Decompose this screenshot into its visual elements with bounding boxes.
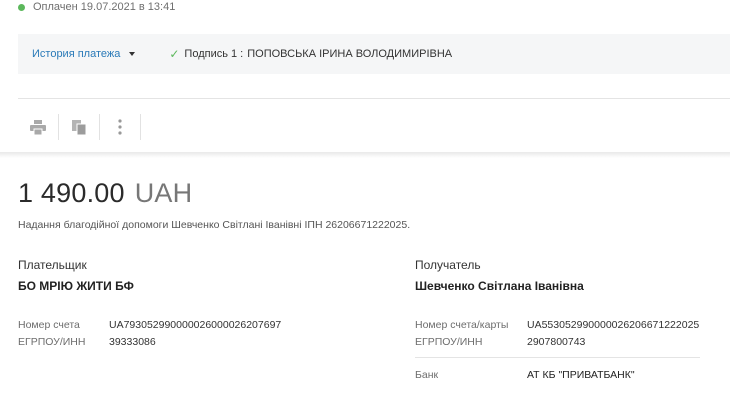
payer-code-value: 39333086 (109, 335, 156, 348)
check-icon: ✓ (169, 47, 180, 61)
toolbar (18, 110, 141, 144)
status-text: Оплачен 19.07.2021 в 13:41 (33, 1, 176, 13)
payer-account-row: Номер счета UA79305299000002600002620769… (18, 316, 281, 333)
toolbar-separator (140, 114, 141, 140)
print-button[interactable] (18, 111, 58, 143)
amount-currency: UAH (134, 178, 193, 208)
payment-history-dropdown[interactable]: История платежа (32, 48, 136, 60)
payment-amount: 1 490.00 UAH (18, 178, 192, 209)
recipient-account-value: UA553052990000026206671222025 (527, 318, 700, 331)
more-actions-button[interactable] (100, 111, 140, 143)
divider (415, 357, 700, 358)
payment-history-label: История платежа (32, 48, 121, 60)
recipient-bank-row: Банк АТ КБ "ПРИВАТБАНК" (415, 369, 635, 381)
caret-down-icon (129, 52, 136, 56)
payer-account-label: Номер счета (18, 318, 80, 331)
recipient-account-row: Номер счета/карты UA55305299000002620667… (415, 316, 699, 333)
copy-icon (71, 119, 86, 135)
signature-name: ПОПОВСЬКА ІРИНА ВОЛОДИМИРІВНА (247, 48, 453, 60)
recipient-name: Шевченко Світлана Іванівна (415, 279, 584, 293)
payer-name: БО МРІЮ ЖИТИ БФ (18, 279, 134, 293)
recipient-code-label: ЕГРПОУ/ИНН (415, 335, 483, 348)
divider (18, 98, 730, 99)
toolbar-shadow (0, 152, 730, 158)
payer-code-label: ЕГРПОУ/ИНН (18, 335, 86, 348)
payment-purpose: Надання благодійної допомоги Шевченко Св… (18, 219, 411, 231)
recipient-section: Получатель Шевченко Світлана Іванівна (415, 258, 584, 293)
payment-status: Оплачен 19.07.2021 в 13:41 (18, 0, 175, 14)
print-icon (30, 119, 46, 135)
payer-details: Номер счета UA79305299000002600002620769… (18, 316, 281, 350)
recipient-role: Получатель (415, 258, 481, 272)
signature-info: ✓ Подпись 1 : ПОПОВСЬКА ІРИНА ВОЛОДИМИРІ… (169, 47, 452, 61)
more-icon (118, 119, 122, 135)
history-bar: История платежа ✓ Подпись 1 : ПОПОВСЬКА … (18, 34, 730, 74)
status-dot-icon (18, 3, 25, 11)
payer-section: Плательщик БО МРІЮ ЖИТИ БФ (18, 258, 134, 293)
payer-role: Плательщик (18, 258, 87, 272)
recipient-bank-value: АТ КБ "ПРИВАТБАНК" (527, 369, 635, 381)
payer-account-value: UA793052990000026000026207697 (109, 318, 282, 331)
payment-details-page: Оплачен 19.07.2021 в 13:41 История плате… (0, 0, 730, 400)
payer-code-row: ЕГРПОУ/ИНН 39333086 (18, 333, 281, 350)
recipient-bank-label: Банк (415, 369, 439, 381)
recipient-code-value: 2907800743 (527, 335, 586, 348)
signature-label: Подпись 1 : (184, 48, 244, 60)
copy-button[interactable] (59, 111, 99, 143)
amount-value: 1 490.00 (18, 178, 125, 208)
recipient-account-label: Номер счета/карты (415, 318, 509, 331)
recipient-code-row: ЕГРПОУ/ИНН 2907800743 (415, 333, 699, 350)
recipient-details: Номер счета/карты UA55305299000002620667… (415, 316, 699, 350)
